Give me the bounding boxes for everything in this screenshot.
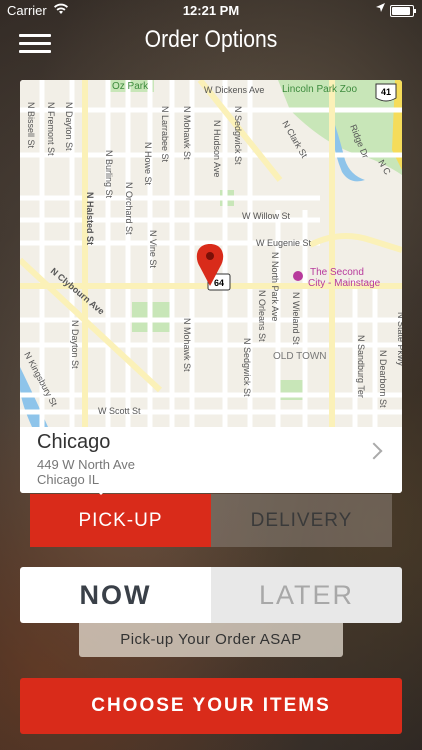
map-label-mohawk: N Mohawk St [182, 106, 192, 160]
choose-items-button[interactable]: CHOOSE YOUR ITEMS [20, 678, 402, 734]
map-label-second-city-2: City - Mainstage [308, 278, 381, 289]
timing-toggle: NOW LATER [20, 567, 402, 623]
timing-note: Pick-up Your Order ASAP [79, 623, 343, 657]
location-state: Chicago IL [37, 472, 100, 487]
map-label-sedgwick2: N Sedgwick St [242, 338, 252, 397]
map-label-bissell: N Bissell St [26, 102, 36, 149]
map-label-vine: N Vine St [148, 230, 158, 268]
map-label-dearborn: N Dearborn St [378, 350, 388, 408]
map-label-orchard: N Orchard St [124, 182, 134, 235]
map-label-orleans: N Orleans St [257, 290, 267, 342]
map-label-old-town: OLD TOWN [273, 351, 327, 362]
tab-pointer [91, 485, 111, 495]
map-label-howe: N Howe St [143, 142, 153, 186]
map-label-sandburg: N Sandburg Ter [356, 335, 366, 398]
location-card: Oz Park W Dickens Ave Lincoln Park Zoo W… [20, 80, 402, 493]
map-label-north-park: N North Park Ave [270, 252, 280, 321]
map[interactable]: Oz Park W Dickens Ave Lincoln Park Zoo W… [20, 80, 402, 427]
status-time: 12:21 PM [182, 3, 240, 18]
location-address: 449 W North Ave [37, 457, 136, 472]
map-label-state: N State Pkwy [396, 312, 402, 367]
map-label-mohawk2: N Mohawk St [182, 318, 192, 372]
header: Order Options [0, 22, 422, 64]
map-label-scott: W Scott St [98, 406, 141, 416]
tab-delivery[interactable]: DELIVERY [211, 494, 392, 547]
location-selector[interactable]: Chicago 449 W North Ave Chicago IL [20, 427, 402, 493]
battery-icon [390, 5, 416, 17]
second-city-marker-icon [293, 271, 303, 281]
now-button[interactable]: NOW [20, 567, 211, 623]
map-label-hwy64: 64 [214, 278, 224, 288]
highway-41-shield-icon: 41 [375, 83, 397, 102]
map-label-sedgwick: N Sedgwick St [233, 106, 243, 165]
map-label-lincoln-zoo: Lincoln Park Zoo [282, 84, 357, 95]
status-bar: Carrier 12:21 PM [0, 0, 422, 22]
map-label-willow: W Willow St [242, 211, 290, 221]
order-type-tabs: PICK-UP DELIVERY [30, 494, 392, 547]
location-city: Chicago [37, 431, 111, 453]
map-label-oz-park: Oz Park [112, 81, 149, 92]
later-button[interactable]: LATER [211, 567, 402, 623]
map-label-hwy41: 41 [381, 87, 391, 97]
map-label-dickens: W Dickens Ave [204, 85, 264, 95]
map-label-second-city-1: The Second [310, 267, 364, 278]
location-arrow-icon [375, 2, 386, 16]
map-label-larrabee: N Larrabee St [160, 106, 170, 163]
map-label-dayton2: N Dayton St [70, 320, 80, 369]
tab-pickup[interactable]: PICK-UP [30, 494, 211, 547]
map-label-wieland: N Wieland St [291, 292, 301, 345]
map-label-eugenie: W Eugenie St [256, 238, 312, 248]
page-title: Order Options [144, 26, 278, 53]
map-label-dayton: N Dayton St [64, 102, 74, 151]
map-label-halsted: N Halsted St [85, 192, 95, 245]
map-label-fremont: N Fremont St [46, 102, 56, 156]
map-label-burling: N Burling St [104, 150, 114, 199]
map-label-hudson: N Hudson Ave [212, 120, 222, 177]
chevron-right-icon [365, 442, 383, 460]
